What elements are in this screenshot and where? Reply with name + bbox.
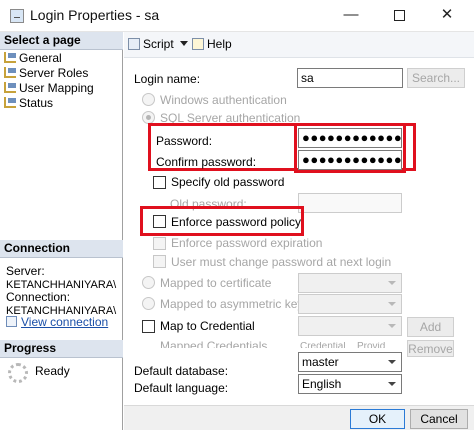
page-general-label: General — [19, 51, 62, 65]
maximize-icon — [393, 9, 405, 21]
toolbar: Script Help — [124, 32, 474, 58]
script-label: Script — [143, 37, 174, 51]
connection-label: Connection: — [6, 290, 71, 304]
credential-select[interactable] — [298, 316, 402, 336]
page-icon — [4, 97, 16, 108]
progress-status: Ready — [35, 364, 70, 378]
default-database-label: Default database: — [134, 364, 229, 378]
connection-header: Connection — [0, 240, 123, 258]
page-general[interactable]: General — [4, 51, 62, 66]
map-credential-label: Map to Credential — [160, 319, 255, 333]
help-button[interactable]: Help — [192, 37, 232, 51]
minimize-button[interactable]: — — [328, 2, 374, 30]
close-button[interactable]: ✕ — [424, 2, 470, 30]
password-input[interactable]: ●●●●●●●●●●●●●●● — [298, 128, 402, 148]
page-server-roles-label: Server Roles — [19, 66, 89, 80]
add-credential-button[interactable]: Add — [407, 317, 454, 337]
page-status[interactable]: Status — [4, 96, 53, 111]
server-value: KETANCHHANIYARA\ — [6, 279, 117, 288]
script-icon — [128, 38, 140, 50]
provider-column-header: Provid — [357, 342, 386, 348]
dialog-button-bar: OK Cancel — [124, 405, 474, 430]
must-change-checkbox[interactable] — [153, 255, 166, 268]
connection-value: KETANCHHANIYARA\ — [6, 305, 117, 314]
help-icon — [192, 38, 204, 50]
default-database-select[interactable]: master — [298, 352, 402, 372]
general-page: Login name: sa Search... Windows authent… — [124, 58, 474, 430]
enforce-expiration-checkbox[interactable] — [153, 237, 166, 250]
page-icon — [4, 52, 16, 63]
enforce-expiration-label: Enforce password expiration — [171, 236, 323, 250]
old-password-input[interactable] — [298, 193, 402, 213]
password-label: Password: — [156, 134, 213, 148]
title-bar: Login Properties - sa — ✕ — [0, 0, 474, 32]
script-dropdown-icon[interactable] — [180, 41, 188, 46]
mapped-asymmetric-key-label: Mapped to asymmetric key — [160, 297, 304, 311]
specify-old-password-checkbox[interactable] — [153, 176, 166, 189]
chevron-down-icon — [388, 324, 396, 328]
window-title: Login Properties - sa — [30, 7, 160, 23]
progress-header: Progress — [0, 340, 123, 358]
enforce-password-policy-label: Enforce password policy — [171, 215, 302, 229]
left-panel: Select a page General Server Roles User … — [0, 32, 123, 430]
mapped-asymmetric-key-radio[interactable] — [142, 297, 155, 310]
mapped-credentials-label: Mapped Credentials — [160, 340, 268, 348]
remove-credential-button[interactable]: Remove — [407, 340, 454, 357]
view-connection-link[interactable]: View connection — [6, 315, 108, 329]
search-button[interactable]: Search... — [407, 68, 465, 88]
chevron-down-icon — [388, 382, 396, 386]
map-credential-checkbox[interactable] — [142, 320, 155, 333]
confirm-password-input[interactable]: ●●●●●●●●●●●●●●● — [298, 150, 402, 170]
script-button[interactable]: Script — [128, 37, 174, 51]
page-status-label: Status — [19, 96, 54, 110]
help-label: Help — [207, 37, 232, 51]
select-page-header: Select a page — [0, 32, 123, 50]
confirm-password-label: Confirm password: — [156, 155, 257, 169]
windows-auth-label: Windows authentication — [160, 93, 287, 107]
certificate-select[interactable] — [298, 273, 402, 293]
mapped-certificate-label: Mapped to certificate — [160, 276, 272, 290]
server-label: Server: — [6, 264, 45, 278]
default-language-label: Default language: — [134, 381, 229, 395]
maximize-button[interactable] — [376, 2, 422, 30]
login-name-input[interactable]: sa — [297, 68, 403, 88]
chevron-down-icon — [388, 281, 396, 285]
specify-old-password-label: Specify old password — [171, 175, 285, 189]
connection-icon — [6, 316, 17, 327]
must-change-label: User must change password at next login — [171, 255, 392, 269]
page-icon — [4, 82, 16, 93]
credential-column-header: Credential — [300, 342, 346, 348]
default-language-value: English — [302, 377, 342, 391]
page-icon — [4, 67, 16, 78]
default-database-value: master — [302, 355, 339, 369]
app-icon — [10, 9, 24, 23]
mapped-certificate-radio[interactable] — [142, 276, 155, 289]
chevron-down-icon — [388, 360, 396, 364]
page-user-mapping-label: User Mapping — [19, 81, 94, 95]
chevron-down-icon — [388, 302, 396, 306]
ok-button[interactable]: OK — [350, 409, 405, 429]
page-user-mapping[interactable]: User Mapping — [4, 81, 94, 96]
page-server-roles[interactable]: Server Roles — [4, 66, 88, 81]
view-connection-label: View connection — [21, 315, 109, 329]
progress-spinner-icon — [8, 363, 28, 383]
default-language-select[interactable]: English — [298, 374, 402, 394]
enforce-password-policy-checkbox[interactable] — [153, 215, 166, 228]
windows-auth-radio[interactable] — [142, 93, 155, 106]
asymmetric-key-select[interactable] — [298, 294, 402, 314]
login-name-label: Login name: — [134, 72, 201, 86]
cancel-button[interactable]: Cancel — [410, 409, 468, 429]
